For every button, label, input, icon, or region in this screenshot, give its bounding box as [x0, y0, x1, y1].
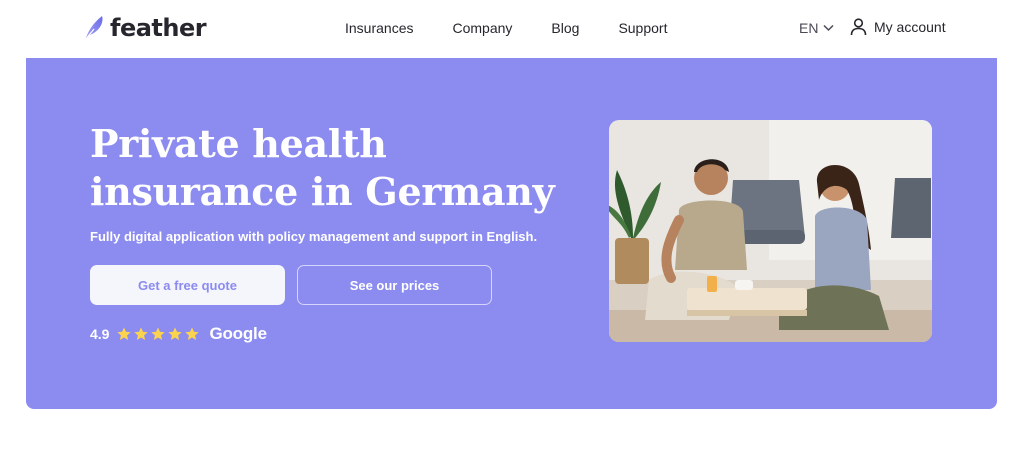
nav-item-company[interactable]: Company: [452, 20, 512, 36]
language-label: EN: [799, 20, 819, 36]
rating-stars: [116, 326, 200, 342]
language-selector[interactable]: EN: [799, 20, 834, 36]
my-account-label: My account: [874, 19, 946, 35]
hero-photo: [609, 120, 932, 342]
people-photo-image: [609, 120, 932, 342]
feather-logo-icon: [84, 16, 103, 41]
star-icon: [168, 327, 183, 340]
main-menu: Insurances Company Blog Support: [345, 20, 667, 36]
user-icon: [850, 18, 867, 36]
hero-subtitle: Fully digital application with policy ma…: [90, 229, 538, 244]
nav-item-blog[interactable]: Blog: [551, 20, 579, 36]
star-icon: [117, 327, 132, 340]
chevron-down-icon: [823, 24, 834, 32]
get-free-quote-button[interactable]: Get a free quote: [90, 265, 285, 305]
star-icon: [185, 327, 200, 340]
logo-link[interactable]: feather: [82, 14, 207, 42]
see-prices-button[interactable]: See our prices: [297, 265, 492, 305]
nav-item-insurances[interactable]: Insurances: [345, 20, 413, 36]
my-account-link[interactable]: My account: [850, 18, 946, 36]
google-rating: 4.9 Google: [90, 324, 267, 344]
logo-wordmark: feather: [110, 14, 207, 42]
hero-title: Private health insurance in Germany: [90, 120, 590, 216]
rating-score: 4.9: [90, 326, 110, 342]
hero-title-line1: Private health: [90, 121, 387, 166]
star-icon: [151, 327, 166, 340]
nav-item-support[interactable]: Support: [618, 20, 667, 36]
top-nav: feather Insurances Company Blog Support …: [0, 0, 1024, 58]
hero-banner: Private health insurance in Germany Full…: [26, 58, 997, 409]
google-wordmark: Google: [209, 324, 267, 343]
star-icon: [134, 327, 149, 340]
hero-title-line2: insurance in Germany: [90, 169, 555, 214]
